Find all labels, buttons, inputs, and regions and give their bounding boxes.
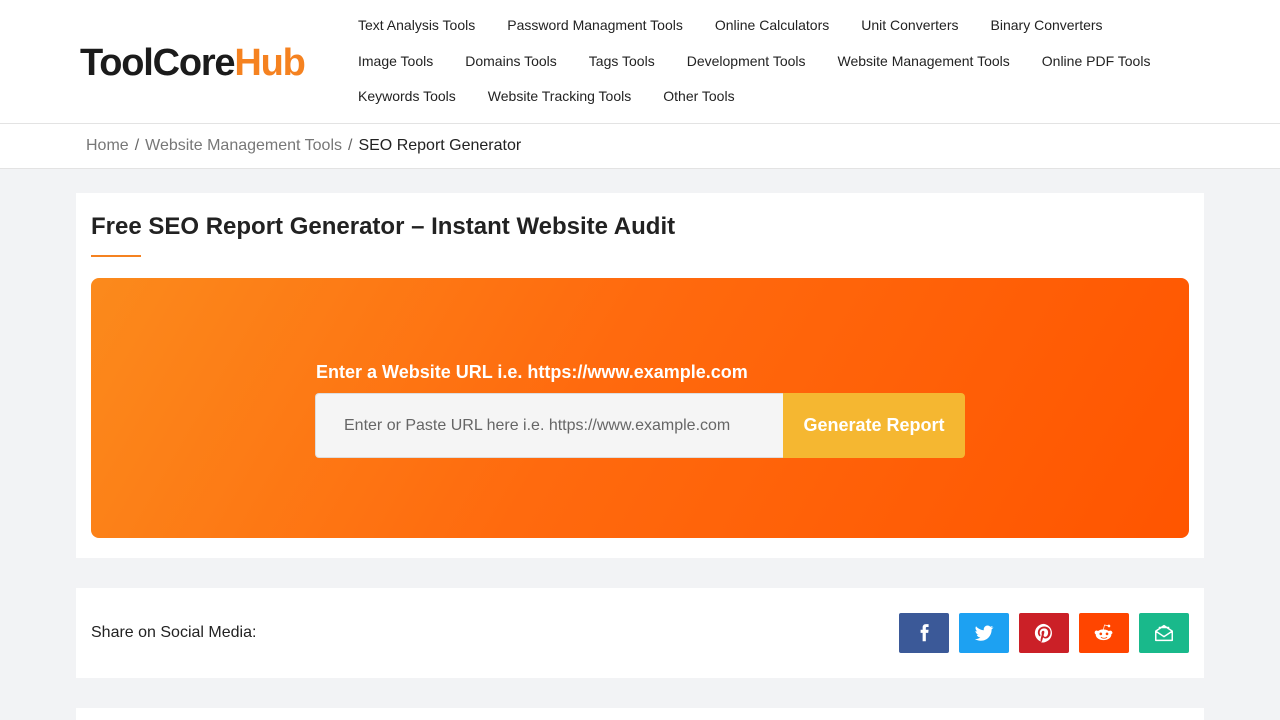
page-title: Free SEO Report Generator – Instant Webs…: [91, 213, 676, 240]
nav-item-other-tools[interactable]: Other Tools: [647, 84, 750, 108]
title-underline: [91, 255, 141, 257]
logo-text-primary: ToolCore: [80, 42, 236, 84]
nav-item-website-tracking-tools[interactable]: Website Tracking Tools: [472, 84, 647, 108]
nav-item-online-pdf-tools[interactable]: Online PDF Tools: [1026, 49, 1167, 73]
breadcrumb-current: SEO Report Generator: [358, 137, 522, 154]
nav-item-domains-tools[interactable]: Domains Tools: [449, 49, 573, 73]
generate-report-button[interactable]: Generate Report: [783, 393, 965, 458]
breadcrumb: Home / Website Management Tools / SEO Report…: [86, 135, 521, 157]
email-share-button[interactable]: [1139, 613, 1189, 653]
share-card: Share on Social Media:: [76, 588, 1204, 678]
url-input[interactable]: [315, 393, 783, 458]
nav-item-tags-tools[interactable]: Tags Tools: [573, 49, 671, 73]
breadcrumb-bar: Home / Website Management Tools / SEO Report…: [0, 124, 1280, 169]
site-header: ToolCoreHub Text Analysis Tools Password …: [0, 0, 1280, 124]
nav-item-password-tools[interactable]: Password Managment Tools: [491, 13, 699, 37]
reddit-share-button[interactable]: [1079, 613, 1129, 653]
url-label: Enter a Website URL i.e. https://www.exa…: [316, 362, 748, 382]
nav-row: Image Tools Domains Tools Tags Tools Develo…: [342, 49, 1166, 73]
facebook-share-button[interactable]: [899, 613, 949, 653]
breadcrumb-separator: /: [348, 137, 353, 154]
reddit-icon: [1094, 624, 1113, 641]
nav-item-website-management-tools[interactable]: Website Management Tools: [822, 49, 1026, 73]
hero-panel: Enter a Website URL i.e. https://www.exa…: [91, 278, 1189, 538]
pinterest-icon: [1034, 623, 1052, 643]
twitter-share-button[interactable]: [959, 613, 1009, 653]
nav-row: Keywords Tools Website Tracking Tools Othe…: [342, 84, 751, 108]
nav-row: Text Analysis Tools Password Managment To…: [342, 13, 1119, 37]
nav-item-binary-converters[interactable]: Binary Converters: [975, 13, 1119, 37]
facebook-icon: [920, 624, 929, 642]
nav-item-image-tools[interactable]: Image Tools: [342, 49, 449, 73]
nav-item-keywords-tools[interactable]: Keywords Tools: [342, 84, 472, 108]
twitter-icon: [974, 625, 994, 641]
share-label: Share on Social Media:: [91, 624, 257, 641]
nav-item-development-tools[interactable]: Development Tools: [671, 49, 822, 73]
breadcrumb-home[interactable]: Home: [86, 137, 129, 154]
pinterest-share-button[interactable]: [1019, 613, 1069, 653]
nav-item-text-analysis-tools[interactable]: Text Analysis Tools: [342, 13, 491, 37]
nav-item-online-calculators[interactable]: Online Calculators: [699, 13, 845, 37]
nav-item-unit-converters[interactable]: Unit Converters: [845, 13, 974, 37]
email-icon: [1155, 624, 1173, 642]
next-section-card: [76, 708, 1204, 720]
logo-text-accent: Hub: [234, 42, 305, 84]
logo[interactable]: ToolCoreHub: [80, 41, 306, 85]
breadcrumb-category[interactable]: Website Management Tools: [145, 137, 342, 154]
breadcrumb-separator: /: [134, 137, 140, 154]
tool-card: Free SEO Report Generator – Instant Webs…: [76, 193, 1204, 558]
